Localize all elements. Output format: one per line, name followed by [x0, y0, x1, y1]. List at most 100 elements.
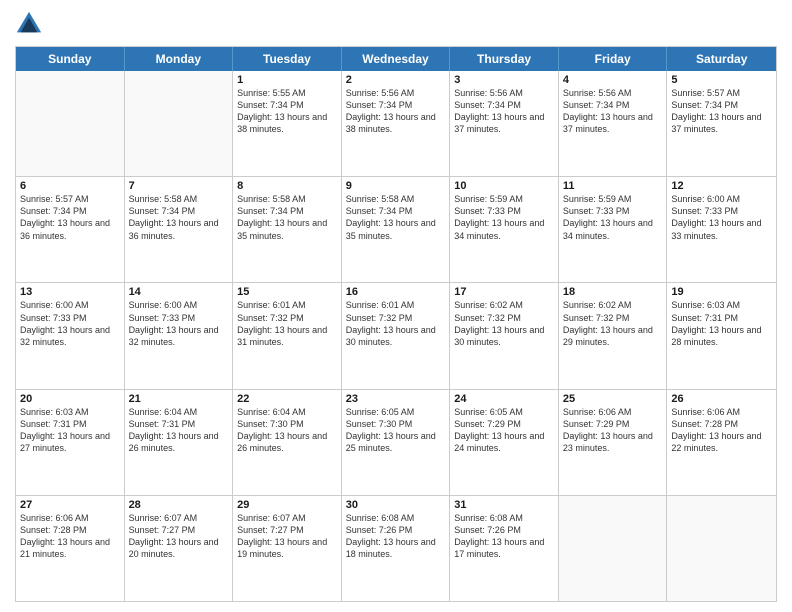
cell-info: Sunrise: 6:01 AM Sunset: 7:32 PM Dayligh…	[346, 299, 446, 348]
calendar-cell	[16, 71, 125, 176]
calendar-cell: 18Sunrise: 6:02 AM Sunset: 7:32 PM Dayli…	[559, 283, 668, 388]
calendar-cell: 13Sunrise: 6:00 AM Sunset: 7:33 PM Dayli…	[16, 283, 125, 388]
calendar-cell: 4Sunrise: 5:56 AM Sunset: 7:34 PM Daylig…	[559, 71, 668, 176]
day-number: 26	[671, 393, 772, 405]
day-number: 7	[129, 180, 229, 192]
cell-info: Sunrise: 6:08 AM Sunset: 7:26 PM Dayligh…	[454, 512, 554, 561]
cell-info: Sunrise: 6:01 AM Sunset: 7:32 PM Dayligh…	[237, 299, 337, 348]
cell-info: Sunrise: 6:03 AM Sunset: 7:31 PM Dayligh…	[20, 406, 120, 455]
calendar-cell: 29Sunrise: 6:07 AM Sunset: 7:27 PM Dayli…	[233, 496, 342, 601]
logo-icon	[15, 10, 43, 38]
day-number: 14	[129, 286, 229, 298]
day-number: 11	[563, 180, 663, 192]
weekday-header: Friday	[559, 47, 668, 71]
cell-info: Sunrise: 6:05 AM Sunset: 7:30 PM Dayligh…	[346, 406, 446, 455]
cell-info: Sunrise: 5:56 AM Sunset: 7:34 PM Dayligh…	[346, 87, 446, 136]
day-number: 18	[563, 286, 663, 298]
day-number: 6	[20, 180, 120, 192]
day-number: 16	[346, 286, 446, 298]
calendar-cell: 11Sunrise: 5:59 AM Sunset: 7:33 PM Dayli…	[559, 177, 668, 282]
calendar-cell: 16Sunrise: 6:01 AM Sunset: 7:32 PM Dayli…	[342, 283, 451, 388]
calendar-header: SundayMondayTuesdayWednesdayThursdayFrid…	[16, 47, 776, 71]
day-number: 9	[346, 180, 446, 192]
calendar-row: 1Sunrise: 5:55 AM Sunset: 7:34 PM Daylig…	[16, 71, 776, 176]
weekday-header: Saturday	[667, 47, 776, 71]
day-number: 13	[20, 286, 120, 298]
calendar-cell: 26Sunrise: 6:06 AM Sunset: 7:28 PM Dayli…	[667, 390, 776, 495]
day-number: 8	[237, 180, 337, 192]
cell-info: Sunrise: 6:00 AM Sunset: 7:33 PM Dayligh…	[671, 193, 772, 242]
cell-info: Sunrise: 5:59 AM Sunset: 7:33 PM Dayligh…	[563, 193, 663, 242]
day-number: 17	[454, 286, 554, 298]
calendar-cell: 5Sunrise: 5:57 AM Sunset: 7:34 PM Daylig…	[667, 71, 776, 176]
calendar-cell: 6Sunrise: 5:57 AM Sunset: 7:34 PM Daylig…	[16, 177, 125, 282]
calendar-cell: 17Sunrise: 6:02 AM Sunset: 7:32 PM Dayli…	[450, 283, 559, 388]
calendar: SundayMondayTuesdayWednesdayThursdayFrid…	[15, 46, 777, 602]
weekday-header: Monday	[125, 47, 234, 71]
cell-info: Sunrise: 5:58 AM Sunset: 7:34 PM Dayligh…	[237, 193, 337, 242]
weekday-header: Thursday	[450, 47, 559, 71]
calendar-cell: 24Sunrise: 6:05 AM Sunset: 7:29 PM Dayli…	[450, 390, 559, 495]
day-number: 30	[346, 499, 446, 511]
weekday-header: Tuesday	[233, 47, 342, 71]
cell-info: Sunrise: 6:05 AM Sunset: 7:29 PM Dayligh…	[454, 406, 554, 455]
cell-info: Sunrise: 6:07 AM Sunset: 7:27 PM Dayligh…	[129, 512, 229, 561]
day-number: 21	[129, 393, 229, 405]
cell-info: Sunrise: 6:02 AM Sunset: 7:32 PM Dayligh…	[563, 299, 663, 348]
cell-info: Sunrise: 6:08 AM Sunset: 7:26 PM Dayligh…	[346, 512, 446, 561]
cell-info: Sunrise: 5:58 AM Sunset: 7:34 PM Dayligh…	[129, 193, 229, 242]
calendar-cell: 15Sunrise: 6:01 AM Sunset: 7:32 PM Dayli…	[233, 283, 342, 388]
cell-info: Sunrise: 6:04 AM Sunset: 7:31 PM Dayligh…	[129, 406, 229, 455]
day-number: 25	[563, 393, 663, 405]
weekday-header: Wednesday	[342, 47, 451, 71]
day-number: 23	[346, 393, 446, 405]
calendar-cell: 1Sunrise: 5:55 AM Sunset: 7:34 PM Daylig…	[233, 71, 342, 176]
cell-info: Sunrise: 6:04 AM Sunset: 7:30 PM Dayligh…	[237, 406, 337, 455]
cell-info: Sunrise: 6:00 AM Sunset: 7:33 PM Dayligh…	[129, 299, 229, 348]
cell-info: Sunrise: 6:06 AM Sunset: 7:29 PM Dayligh…	[563, 406, 663, 455]
cell-info: Sunrise: 5:57 AM Sunset: 7:34 PM Dayligh…	[20, 193, 120, 242]
calendar-cell: 20Sunrise: 6:03 AM Sunset: 7:31 PM Dayli…	[16, 390, 125, 495]
calendar-body: 1Sunrise: 5:55 AM Sunset: 7:34 PM Daylig…	[16, 71, 776, 601]
cell-info: Sunrise: 5:58 AM Sunset: 7:34 PM Dayligh…	[346, 193, 446, 242]
day-number: 27	[20, 499, 120, 511]
calendar-row: 13Sunrise: 6:00 AM Sunset: 7:33 PM Dayli…	[16, 282, 776, 388]
calendar-cell: 23Sunrise: 6:05 AM Sunset: 7:30 PM Dayli…	[342, 390, 451, 495]
page: SundayMondayTuesdayWednesdayThursdayFrid…	[0, 0, 792, 612]
calendar-cell: 14Sunrise: 6:00 AM Sunset: 7:33 PM Dayli…	[125, 283, 234, 388]
day-number: 5	[671, 74, 772, 86]
header	[15, 10, 777, 38]
calendar-cell: 7Sunrise: 5:58 AM Sunset: 7:34 PM Daylig…	[125, 177, 234, 282]
calendar-row: 6Sunrise: 5:57 AM Sunset: 7:34 PM Daylig…	[16, 176, 776, 282]
day-number: 15	[237, 286, 337, 298]
cell-info: Sunrise: 6:03 AM Sunset: 7:31 PM Dayligh…	[671, 299, 772, 348]
calendar-cell: 8Sunrise: 5:58 AM Sunset: 7:34 PM Daylig…	[233, 177, 342, 282]
day-number: 22	[237, 393, 337, 405]
logo	[15, 10, 47, 38]
day-number: 20	[20, 393, 120, 405]
cell-info: Sunrise: 5:59 AM Sunset: 7:33 PM Dayligh…	[454, 193, 554, 242]
weekday-header: Sunday	[16, 47, 125, 71]
calendar-cell: 22Sunrise: 6:04 AM Sunset: 7:30 PM Dayli…	[233, 390, 342, 495]
calendar-cell: 19Sunrise: 6:03 AM Sunset: 7:31 PM Dayli…	[667, 283, 776, 388]
cell-info: Sunrise: 5:57 AM Sunset: 7:34 PM Dayligh…	[671, 87, 772, 136]
day-number: 3	[454, 74, 554, 86]
calendar-cell: 10Sunrise: 5:59 AM Sunset: 7:33 PM Dayli…	[450, 177, 559, 282]
cell-info: Sunrise: 6:06 AM Sunset: 7:28 PM Dayligh…	[671, 406, 772, 455]
calendar-cell: 30Sunrise: 6:08 AM Sunset: 7:26 PM Dayli…	[342, 496, 451, 601]
calendar-row: 27Sunrise: 6:06 AM Sunset: 7:28 PM Dayli…	[16, 495, 776, 601]
calendar-cell: 28Sunrise: 6:07 AM Sunset: 7:27 PM Dayli…	[125, 496, 234, 601]
day-number: 4	[563, 74, 663, 86]
calendar-row: 20Sunrise: 6:03 AM Sunset: 7:31 PM Dayli…	[16, 389, 776, 495]
cell-info: Sunrise: 5:55 AM Sunset: 7:34 PM Dayligh…	[237, 87, 337, 136]
day-number: 19	[671, 286, 772, 298]
cell-info: Sunrise: 6:07 AM Sunset: 7:27 PM Dayligh…	[237, 512, 337, 561]
day-number: 12	[671, 180, 772, 192]
calendar-cell: 21Sunrise: 6:04 AM Sunset: 7:31 PM Dayli…	[125, 390, 234, 495]
calendar-cell: 25Sunrise: 6:06 AM Sunset: 7:29 PM Dayli…	[559, 390, 668, 495]
calendar-cell: 9Sunrise: 5:58 AM Sunset: 7:34 PM Daylig…	[342, 177, 451, 282]
calendar-cell: 3Sunrise: 5:56 AM Sunset: 7:34 PM Daylig…	[450, 71, 559, 176]
day-number: 29	[237, 499, 337, 511]
cell-info: Sunrise: 6:06 AM Sunset: 7:28 PM Dayligh…	[20, 512, 120, 561]
cell-info: Sunrise: 6:00 AM Sunset: 7:33 PM Dayligh…	[20, 299, 120, 348]
